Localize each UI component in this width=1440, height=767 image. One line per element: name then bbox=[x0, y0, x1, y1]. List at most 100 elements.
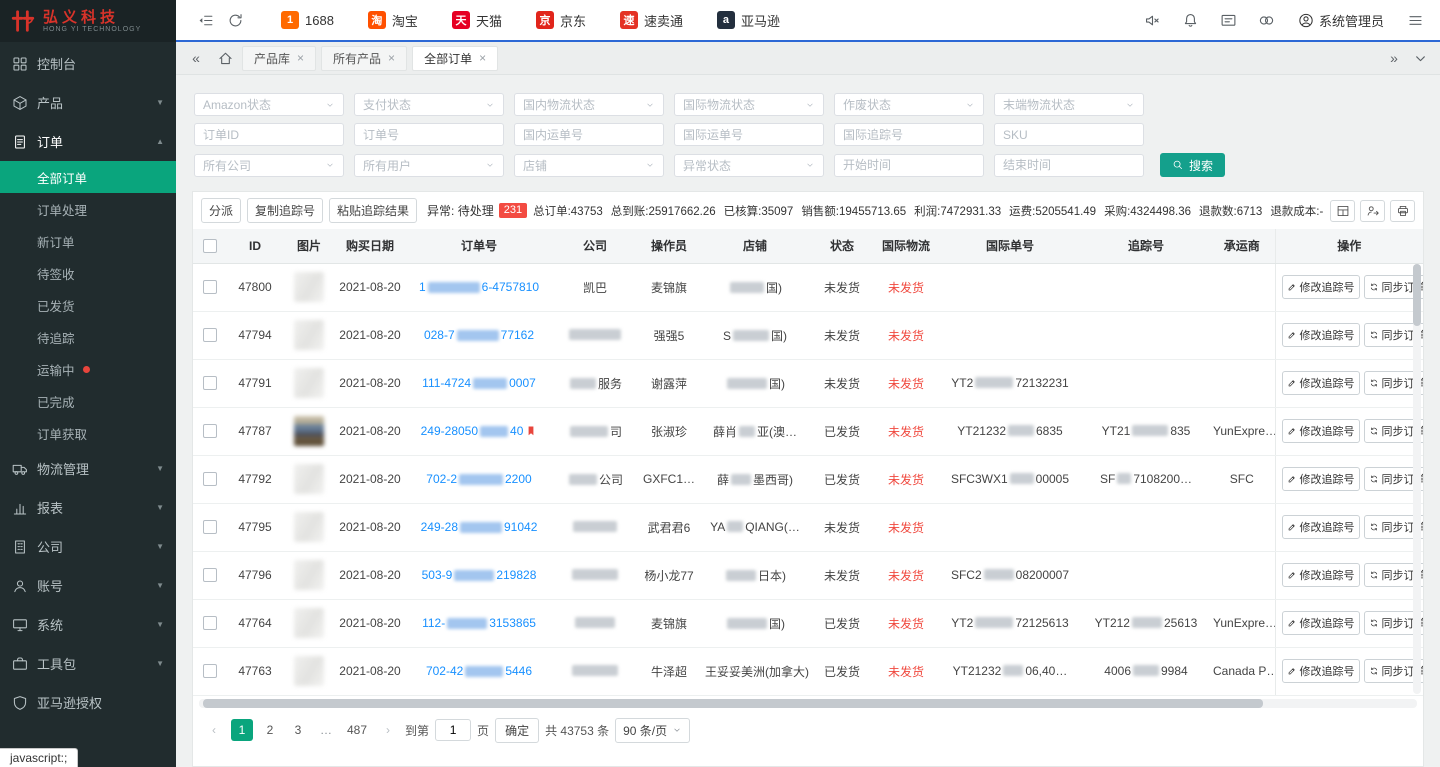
sidebar-subitem-order-fetch[interactable]: 订单获取 bbox=[0, 417, 176, 449]
copy-tracking-button[interactable]: 复制追踪号 bbox=[247, 198, 323, 223]
marketplace-link-1688[interactable]: 11688 bbox=[264, 0, 351, 40]
row-checkbox[interactable] bbox=[203, 664, 217, 678]
horizontal-scrollbar-thumb[interactable] bbox=[203, 699, 1263, 708]
page-button[interactable]: 487 bbox=[343, 719, 371, 741]
paste-tracking-button[interactable]: 粘贴追踪结果 bbox=[329, 198, 417, 223]
edit-tracking-button[interactable]: 修改追踪号 bbox=[1282, 419, 1360, 443]
row-checkbox[interactable] bbox=[203, 328, 217, 342]
edit-tracking-button[interactable]: 修改追踪号 bbox=[1282, 323, 1360, 347]
sidebar-item-console[interactable]: 控制台 bbox=[0, 44, 176, 83]
vertical-scrollbar[interactable] bbox=[1413, 264, 1421, 694]
sidebar-item-accounts[interactable]: 账号▼ bbox=[0, 566, 176, 605]
more-menu-icon[interactable] bbox=[1400, 5, 1430, 35]
sidebar-subitem-pending-tracking[interactable]: 待追踪 bbox=[0, 321, 176, 353]
edit-tracking-button[interactable]: 修改追踪号 bbox=[1282, 515, 1360, 539]
exception-status-select[interactable]: 异常状态 bbox=[674, 154, 824, 177]
message-panel-icon[interactable] bbox=[1214, 5, 1244, 35]
sku-input[interactable] bbox=[994, 123, 1144, 146]
tab-all-products[interactable]: 所有产品× bbox=[321, 46, 407, 71]
close-tab-icon[interactable]: × bbox=[297, 51, 304, 65]
edit-tracking-button[interactable]: 修改追踪号 bbox=[1282, 611, 1360, 635]
edit-tracking-button[interactable]: 修改追踪号 bbox=[1282, 659, 1360, 683]
sidebar-item-products[interactable]: 产品▼ bbox=[0, 83, 176, 122]
sidebar-subitem-new-orders[interactable]: 新订单 bbox=[0, 225, 176, 257]
marketplace-link-aliexpress[interactable]: 速速卖通 bbox=[603, 0, 700, 40]
order-no-link[interactable]: 112-3153865 bbox=[422, 616, 536, 630]
page-button[interactable]: 1 bbox=[231, 719, 253, 741]
start-time-input[interactable] bbox=[834, 154, 984, 177]
close-tab-icon[interactable]: × bbox=[479, 51, 486, 65]
amazon-status-select[interactable]: Amazon状态 bbox=[194, 93, 344, 116]
row-checkbox[interactable] bbox=[203, 376, 217, 390]
sidebar-item-reports[interactable]: 报表▼ bbox=[0, 488, 176, 527]
dispatch-button[interactable]: 分派 bbox=[201, 198, 241, 223]
row-checkbox[interactable] bbox=[203, 424, 217, 438]
confirm-button[interactable]: 确定 bbox=[495, 718, 539, 743]
edit-tracking-button[interactable]: 修改追踪号 bbox=[1282, 563, 1360, 587]
sidebar-item-amazon-auth[interactable]: 亚马逊授权 bbox=[0, 683, 176, 722]
vertical-scrollbar-thumb[interactable] bbox=[1413, 264, 1421, 326]
marketplace-link-amazon[interactable]: a亚马逊 bbox=[700, 0, 797, 40]
sidebar-item-toolkit[interactable]: 工具包▼ bbox=[0, 644, 176, 683]
order-no-link[interactable]: 111-47240007 bbox=[422, 376, 536, 390]
row-checkbox[interactable] bbox=[203, 616, 217, 630]
export-button[interactable] bbox=[1360, 200, 1385, 222]
intl-log-status-select[interactable]: 国际物流状态 bbox=[674, 93, 824, 116]
sidebar-subitem-completed[interactable]: 已完成 bbox=[0, 385, 176, 417]
goto-page-input[interactable] bbox=[435, 719, 471, 741]
tabs-dropdown-icon[interactable] bbox=[1408, 46, 1432, 70]
speaker-icon[interactable] bbox=[1138, 5, 1168, 35]
sidebar-subitem-pending-receipt[interactable]: 待签收 bbox=[0, 257, 176, 289]
page-button[interactable]: 2 bbox=[259, 719, 281, 741]
row-checkbox[interactable] bbox=[203, 568, 217, 582]
company-select[interactable]: 所有公司 bbox=[194, 154, 344, 177]
order-no-link[interactable]: 503-9219828 bbox=[422, 568, 537, 582]
sidebar-subitem-shipped[interactable]: 已发货 bbox=[0, 289, 176, 321]
tabs-scroll-right-icon[interactable]: » bbox=[1382, 50, 1406, 66]
sidebar-item-logistics[interactable]: 物流管理▼ bbox=[0, 449, 176, 488]
home-tab-icon[interactable] bbox=[213, 46, 237, 70]
select-all-checkbox[interactable] bbox=[203, 239, 217, 253]
print-button[interactable] bbox=[1390, 200, 1415, 222]
sidebar-item-system[interactable]: 系统▼ bbox=[0, 605, 176, 644]
lastmile-status-select[interactable]: 末端物流状态 bbox=[994, 93, 1144, 116]
order-no-link[interactable]: 16-4757810 bbox=[419, 280, 539, 294]
pay-status-select[interactable]: 支付状态 bbox=[354, 93, 504, 116]
order-no-input[interactable] bbox=[354, 123, 504, 146]
intl-tracking-input[interactable] bbox=[834, 123, 984, 146]
marketplace-link-tmall[interactable]: 天天猫 bbox=[435, 0, 519, 40]
edit-tracking-button[interactable]: 修改追踪号 bbox=[1282, 275, 1360, 299]
intl-waybill-input[interactable] bbox=[674, 123, 824, 146]
tabs-scroll-left-icon[interactable]: « bbox=[184, 50, 208, 66]
refresh-icon[interactable] bbox=[220, 5, 250, 35]
sidebar-subitem-all-orders[interactable]: 全部订单 bbox=[0, 161, 176, 193]
edit-tracking-button[interactable]: 修改追踪号 bbox=[1282, 371, 1360, 395]
order-no-link[interactable]: 249-2891042 bbox=[421, 520, 538, 534]
prev-page-button[interactable]: ‹ bbox=[203, 719, 225, 741]
search-button[interactable]: 搜索 bbox=[1160, 153, 1225, 177]
close-tab-icon[interactable]: × bbox=[388, 51, 395, 65]
void-status-select[interactable]: 作废状态 bbox=[834, 93, 984, 116]
collapse-sidebar-icon[interactable] bbox=[190, 5, 220, 35]
order-no-link[interactable]: 702-425446 bbox=[426, 664, 532, 678]
column-settings-button[interactable] bbox=[1330, 200, 1355, 222]
rings-icon[interactable] bbox=[1252, 5, 1282, 35]
sidebar-subitem-order-processing[interactable]: 订单处理 bbox=[0, 193, 176, 225]
row-checkbox[interactable] bbox=[203, 280, 217, 294]
shop-select[interactable]: 店铺 bbox=[514, 154, 664, 177]
tab-product-library[interactable]: 产品库× bbox=[242, 46, 316, 71]
sidebar-item-company[interactable]: 公司▼ bbox=[0, 527, 176, 566]
row-checkbox[interactable] bbox=[203, 472, 217, 486]
marketplace-link-taobao[interactable]: 淘淘宝 bbox=[351, 0, 435, 40]
sidebar-subitem-in-transit[interactable]: 运输中 bbox=[0, 353, 176, 385]
sidebar-item-orders[interactable]: 订单▲ bbox=[0, 122, 176, 161]
horizontal-scrollbar[interactable] bbox=[199, 699, 1417, 708]
order-id-input[interactable] bbox=[194, 123, 344, 146]
tab-all-orders[interactable]: 全部订单× bbox=[412, 46, 498, 71]
user-menu[interactable]: 系统管理员 bbox=[1290, 11, 1392, 30]
edit-tracking-button[interactable]: 修改追踪号 bbox=[1282, 467, 1360, 491]
order-no-link[interactable]: 028-777162 bbox=[424, 328, 534, 342]
marketplace-link-jd[interactable]: 京京东 bbox=[519, 0, 603, 40]
next-page-button[interactable]: › bbox=[377, 719, 399, 741]
order-no-link[interactable]: 702-22200 bbox=[426, 472, 531, 486]
